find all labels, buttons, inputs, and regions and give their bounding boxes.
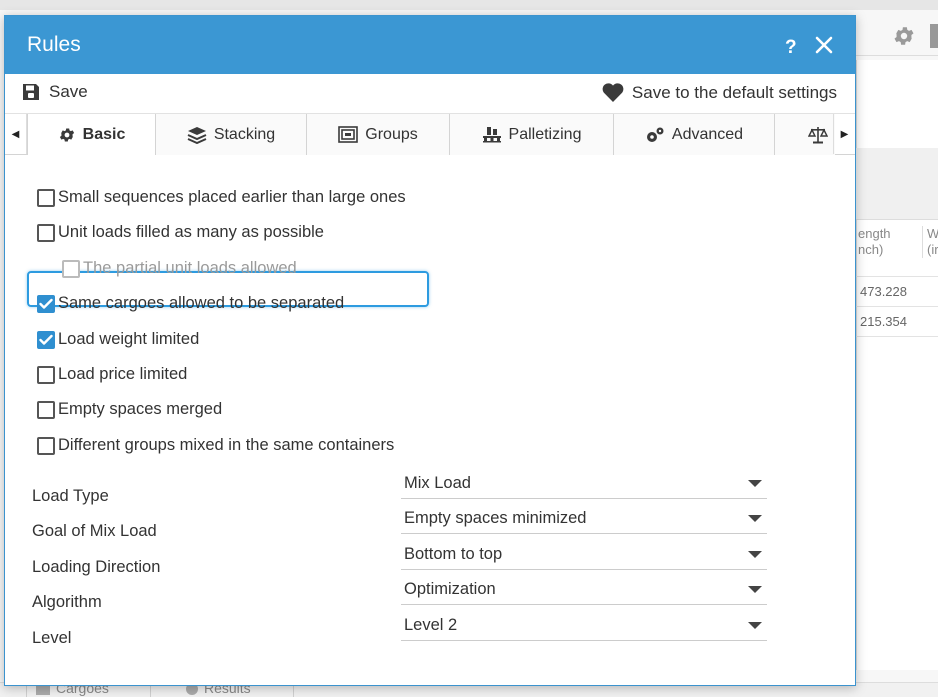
checkbox-unchecked-icon[interactable] [37, 400, 55, 419]
tab-groups[interactable]: Groups [307, 114, 450, 155]
dropdown-caret-icon [748, 515, 762, 522]
checkbox-checked-icon[interactable] [37, 330, 55, 349]
column-header-width[interactable]: W (ir [922, 226, 938, 258]
option-label: Load price limited [58, 365, 188, 383]
select-value: Mix Load [404, 474, 471, 492]
column-header-unit: (ir [927, 242, 938, 257]
load-type-label: Load Type [32, 487, 109, 505]
level-label: Level [32, 629, 72, 647]
checkbox-checked-icon[interactable] [37, 294, 55, 313]
dropdown-caret-icon [748, 586, 762, 593]
table-toolbar [856, 148, 938, 220]
table-cell: 215.354 [860, 314, 907, 329]
algorithm-label: Algorithm [32, 593, 102, 611]
option-partial-unit-loads: The partial unit loads allowed [62, 259, 297, 278]
tab-label: Palletizing [508, 125, 582, 143]
groups-icon [338, 126, 359, 143]
tab-advanced[interactable]: Advanced [614, 114, 775, 155]
algorithm-select[interactable]: Optimization [401, 575, 767, 605]
layers-icon [187, 126, 207, 144]
select-value: Bottom to top [404, 545, 503, 563]
goal-of-mix-load-label: Goal of Mix Load [32, 522, 157, 540]
tab-label: Basic [82, 126, 126, 143]
dialog-toolbar: Save Save to the default settings [5, 74, 855, 114]
help-button[interactable]: ? [785, 37, 797, 59]
tab-palletizing[interactable]: Palletizing [450, 114, 614, 155]
goal-of-mix-load-select[interactable]: Empty spaces minimized [401, 504, 767, 534]
gear-icon [59, 128, 74, 142]
save-default-label: Save to the default settings [631, 82, 837, 102]
app-top-bar [0, 0, 938, 10]
heart-icon [602, 83, 624, 102]
select-value: Level 2 [404, 616, 458, 634]
save-button[interactable]: Save [21, 82, 88, 102]
option-empty-spaces-merged[interactable]: Empty spaces merged [37, 400, 222, 419]
column-header-text: ength [858, 226, 891, 241]
select-value: Empty spaces minimized [404, 509, 587, 527]
tab-list: Basic Stacking Groups Palletizing Advanc… [27, 114, 835, 155]
dropdown-caret-icon [748, 622, 762, 629]
option-label: Unit loads filled as many as possible [58, 223, 324, 241]
dropdown-caret-icon [748, 551, 762, 558]
option-label: Load weight limited [58, 330, 200, 348]
scale-icon [808, 126, 828, 143]
checkbox-unchecked-icon[interactable] [37, 365, 55, 384]
checkbox-unchecked-icon[interactable] [37, 436, 55, 455]
row-divider [856, 276, 938, 277]
settings-gear-icon[interactable] [892, 24, 916, 48]
option-unit-loads-filled[interactable]: Unit loads filled as many as possible [37, 223, 324, 242]
option-label: The partial unit loads allowed [83, 259, 297, 277]
loading-direction-select[interactable]: Bottom to top [401, 540, 767, 570]
tab-label: Groups [365, 125, 418, 143]
pallet-icon [482, 127, 501, 143]
dialog-titlebar[interactable]: Rules ? [5, 16, 855, 74]
save-button-label: Save [49, 82, 88, 101]
app-edge-button[interactable] [930, 24, 938, 48]
gears-icon [646, 127, 664, 142]
option-load-price-limited[interactable]: Load price limited [37, 365, 187, 384]
level-select[interactable]: Level 2 [401, 611, 767, 641]
tab-scroll-right-icon[interactable]: ▶ [833, 114, 855, 154]
dropdown-caret-icon [748, 480, 762, 487]
floppy-disk-icon [23, 84, 39, 100]
option-label: Small sequences placed earlier than larg… [58, 188, 406, 206]
option-small-sequences-earlier[interactable]: Small sequences placed earlier than larg… [37, 188, 406, 207]
row-divider [856, 336, 938, 337]
option-label: Different groups mixed in the same conta… [58, 436, 395, 454]
table-cell: 473.228 [860, 284, 907, 299]
option-groups-mixed[interactable]: Different groups mixed in the same conta… [37, 436, 394, 455]
basic-tab-content: Small sequences placed earlier than larg… [5, 155, 855, 685]
tab-stacking[interactable]: Stacking [156, 114, 307, 155]
dialog-title: Rules [27, 33, 81, 56]
checkbox-unchecked-icon[interactable] [37, 188, 55, 207]
column-header-unit: nch) [858, 242, 884, 257]
tab-scale[interactable] [775, 114, 835, 155]
option-same-cargoes-separated[interactable]: Same cargoes allowed to be separated [37, 294, 344, 313]
tab-label: Stacking [213, 125, 276, 143]
tab-label: Advanced [671, 125, 744, 143]
checkbox-disabled-icon [62, 259, 80, 278]
save-default-button[interactable]: Save to the default settings [601, 82, 837, 103]
rules-tabbar: ◀ Basic Stacking Groups Palletizing Adva… [5, 114, 855, 155]
option-label: Empty spaces merged [58, 400, 223, 418]
option-load-weight-limited[interactable]: Load weight limited [37, 330, 199, 349]
rules-dialog: Rules ? Save Save to the default setting… [4, 15, 856, 686]
tab-scroll-left-icon[interactable]: ◀ [5, 114, 27, 154]
loading-direction-label: Loading Direction [32, 558, 161, 576]
tab-basic[interactable]: Basic [27, 114, 156, 155]
load-type-select[interactable]: Mix Load [401, 469, 767, 499]
column-header-text: W [927, 226, 938, 242]
select-value: Optimization [404, 580, 496, 598]
column-header-length[interactable]: ength nch) [858, 226, 913, 258]
option-label: Same cargoes allowed to be separated [58, 294, 345, 312]
checkbox-unchecked-icon[interactable] [37, 223, 55, 242]
close-icon[interactable] [813, 34, 835, 56]
row-divider [856, 306, 938, 307]
